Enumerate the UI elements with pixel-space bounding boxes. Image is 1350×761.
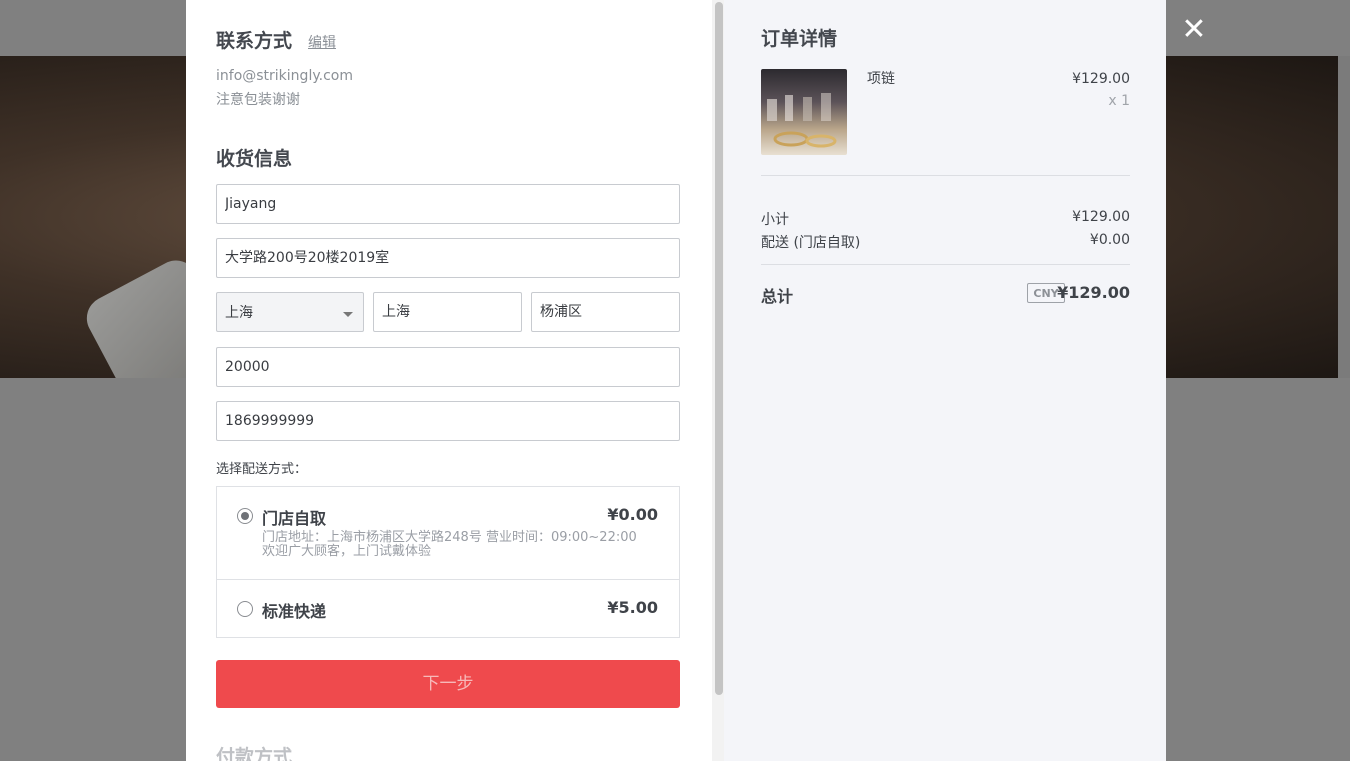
name-field[interactable] (216, 184, 680, 224)
shipping-section-title: 收货信息 (216, 148, 293, 170)
phone-field[interactable] (216, 401, 680, 441)
scrollbar-thumb[interactable] (715, 2, 723, 695)
pickup-welcome-text: 欢迎广大顾客，上门试戴体验 (262, 544, 432, 559)
total-value: ¥129.00 (1057, 283, 1130, 302)
express-radio[interactable] (237, 601, 253, 617)
shipping-option-divider (216, 579, 680, 580)
district-field[interactable] (531, 292, 680, 332)
edit-contact-link[interactable]: 编辑 (308, 32, 336, 52)
express-option-name: 标准快递 (262, 602, 327, 621)
subtotal-value: ¥129.00 (1072, 209, 1130, 225)
total-divider (761, 264, 1130, 265)
order-details-title: 订单详情 (761, 28, 838, 50)
express-option-price: ¥5.00 (607, 598, 658, 617)
product-name: 项链 (867, 71, 895, 87)
chevron-down-icon (343, 312, 353, 317)
province-select[interactable]: 上海 (216, 292, 364, 332)
postal-code-field[interactable] (216, 347, 680, 387)
checkout-form-panel: 联系方式 编辑 info@strikingly.com 注意包装谢谢 收货信息 … (186, 0, 710, 761)
product-thumbnail (761, 69, 847, 155)
order-summary-panel: 订单详情 项链 ¥129.00 x 1 小计 ¥129.00 配送 (门店自取)… (724, 0, 1166, 761)
payment-section-title: 付款方式 (216, 746, 293, 761)
contact-section-title: 联系方式 (216, 30, 293, 52)
contact-note: 注意包装谢谢 (216, 92, 300, 108)
subtotal-label: 小计 (761, 212, 789, 228)
delivery-value: ¥0.00 (1089, 232, 1130, 248)
shipping-method-label: 选择配送方式： (216, 462, 308, 477)
product-price: ¥129.00 (1072, 71, 1130, 87)
delivery-label: 配送 (门店自取) (761, 235, 861, 251)
pickup-address-text: 门店地址：上海市杨浦区大学路248号 营业时间：09:00~22:00 (262, 530, 637, 545)
pickup-radio[interactable] (237, 508, 253, 524)
pickup-option-name: 门店自取 (262, 509, 327, 528)
contact-email: info@strikingly.com (216, 68, 353, 84)
checkout-modal: 联系方式 编辑 info@strikingly.com 注意包装谢谢 收货信息 … (186, 0, 1166, 761)
close-icon[interactable]: ✕ (1180, 15, 1208, 45)
total-label: 总计 (761, 287, 794, 306)
necklace-photo-icon (767, 93, 837, 148)
summary-divider (761, 175, 1130, 176)
address-field[interactable] (216, 238, 680, 278)
next-step-button[interactable]: 下一步 (216, 660, 680, 708)
product-quantity: x 1 (1108, 93, 1130, 109)
pickup-option-price: ¥0.00 (607, 505, 658, 524)
city-field[interactable] (373, 292, 522, 332)
province-selected-value: 上海 (225, 305, 253, 321)
